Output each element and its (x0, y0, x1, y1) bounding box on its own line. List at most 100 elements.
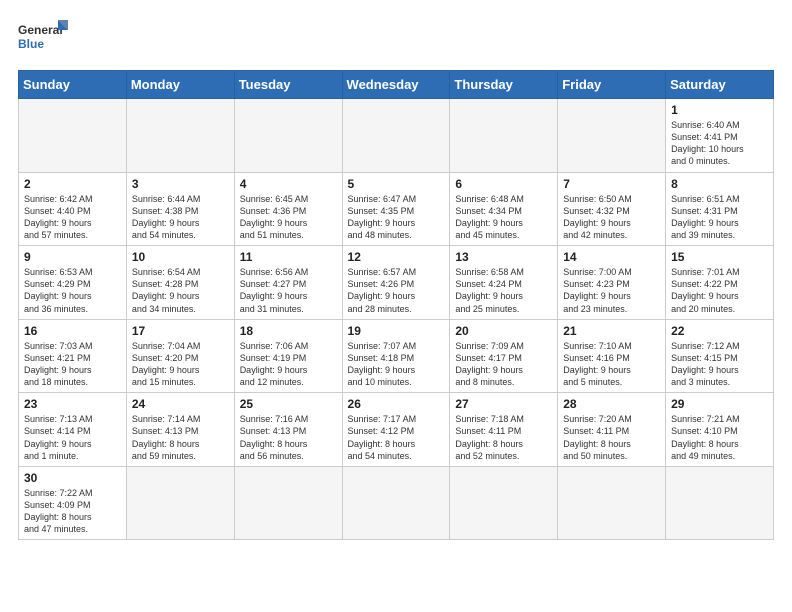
day-info: Sunrise: 6:50 AM Sunset: 4:32 PM Dayligh… (563, 193, 660, 242)
calendar-cell: 30 Sunrise: 7:22 AM Sunset: 4:09 PM Dayli… (19, 466, 127, 540)
weekday-header-thursday: Thursday (450, 71, 558, 99)
day-number: 20 (455, 324, 552, 338)
calendar-cell: 24Sunrise: 7:14 AM Sunset: 4:13 PM Dayli… (126, 393, 234, 467)
day-info: Sunrise: 7:00 AM Sunset: 4:23 PM Dayligh… (563, 266, 660, 315)
calendar-cell: 3Sunrise: 6:44 AM Sunset: 4:38 PM Daylig… (126, 172, 234, 246)
calendar-cell: 10Sunrise: 6:54 AM Sunset: 4:28 PM Dayli… (126, 246, 234, 320)
day-number: 25 (240, 397, 337, 411)
calendar-cell (234, 99, 342, 173)
calendar-cell: 13 Sunrise: 6:58 AM Sunset: 4:24 PM Dayli… (450, 246, 558, 320)
day-number: 6 (455, 177, 552, 191)
weekday-header-row: SundayMondayTuesdayWednesdayThursdayFrid… (19, 71, 774, 99)
day-info: Sunrise: 6:44 AM Sunset: 4:38 PM Dayligh… (132, 193, 229, 242)
day-number: 9 (24, 250, 121, 264)
calendar-cell: 4Sunrise: 6:45 AM Sunset: 4:36 PM Daylig… (234, 172, 342, 246)
calendar-cell: 6 Sunrise: 6:48 AM Sunset: 4:34 PM Daylig… (450, 172, 558, 246)
calendar-cell (234, 466, 342, 540)
calendar-week-row: 1 Sunrise: 6:40 AM Sunset: 4:41 PM Daylig… (19, 99, 774, 173)
calendar-cell: 7Sunrise: 6:50 AM Sunset: 4:32 PM Daylig… (558, 172, 666, 246)
day-info: Sunrise: 7:13 AM Sunset: 4:14 PM Dayligh… (24, 413, 121, 462)
day-number: 1 (671, 103, 768, 117)
calendar-cell: 29 Sunrise: 7:21 AM Sunset: 4:10 PM Dayli… (666, 393, 774, 467)
day-info: Sunrise: 6:51 AM Sunset: 4:31 PM Dayligh… (671, 193, 768, 242)
day-info: Sunrise: 7:07 AM Sunset: 4:18 PM Dayligh… (348, 340, 445, 389)
day-info: Sunrise: 6:56 AM Sunset: 4:27 PM Dayligh… (240, 266, 337, 315)
calendar-cell (450, 99, 558, 173)
calendar-cell: 14 Sunrise: 7:00 AM Sunset: 4:23 PM Dayli… (558, 246, 666, 320)
calendar-cell: 26 Sunrise: 7:17 AM Sunset: 4:12 PM Dayli… (342, 393, 450, 467)
day-number: 13 (455, 250, 552, 264)
day-number: 29 (671, 397, 768, 411)
calendar-week-row: 23 Sunrise: 7:13 AM Sunset: 4:14 PM Dayli… (19, 393, 774, 467)
calendar-table: SundayMondayTuesdayWednesdayThursdayFrid… (18, 70, 774, 540)
day-info: Sunrise: 7:06 AM Sunset: 4:19 PM Dayligh… (240, 340, 337, 389)
day-info: Sunrise: 6:54 AM Sunset: 4:28 PM Dayligh… (132, 266, 229, 315)
calendar-cell (342, 466, 450, 540)
calendar-cell (666, 466, 774, 540)
calendar-cell: 1 Sunrise: 6:40 AM Sunset: 4:41 PM Daylig… (666, 99, 774, 173)
day-number: 23 (24, 397, 121, 411)
calendar-cell: 12 Sunrise: 6:57 AM Sunset: 4:26 PM Dayli… (342, 246, 450, 320)
day-info: Sunrise: 7:01 AM Sunset: 4:22 PM Dayligh… (671, 266, 768, 315)
day-info: Sunrise: 7:20 AM Sunset: 4:11 PM Dayligh… (563, 413, 660, 462)
day-number: 12 (348, 250, 445, 264)
calendar-cell: 22Sunrise: 7:12 AM Sunset: 4:15 PM Dayli… (666, 319, 774, 393)
day-info: Sunrise: 6:48 AM Sunset: 4:34 PM Dayligh… (455, 193, 552, 242)
calendar-cell: 15Sunrise: 7:01 AM Sunset: 4:22 PM Dayli… (666, 246, 774, 320)
weekday-header-friday: Friday (558, 71, 666, 99)
day-info: Sunrise: 7:04 AM Sunset: 4:20 PM Dayligh… (132, 340, 229, 389)
day-number: 8 (671, 177, 768, 191)
day-info: Sunrise: 6:47 AM Sunset: 4:35 PM Dayligh… (348, 193, 445, 242)
day-number: 11 (240, 250, 337, 264)
day-number: 28 (563, 397, 660, 411)
day-number: 5 (348, 177, 445, 191)
day-number: 27 (455, 397, 552, 411)
day-info: Sunrise: 7:03 AM Sunset: 4:21 PM Dayligh… (24, 340, 121, 389)
calendar-cell: 2 Sunrise: 6:42 AM Sunset: 4:40 PM Daylig… (19, 172, 127, 246)
calendar-cell: 27Sunrise: 7:18 AM Sunset: 4:11 PM Dayli… (450, 393, 558, 467)
day-info: Sunrise: 7:17 AM Sunset: 4:12 PM Dayligh… (348, 413, 445, 462)
day-info: Sunrise: 7:22 AM Sunset: 4:09 PM Dayligh… (24, 487, 121, 536)
day-info: Sunrise: 7:10 AM Sunset: 4:16 PM Dayligh… (563, 340, 660, 389)
calendar-cell: 8 Sunrise: 6:51 AM Sunset: 4:31 PM Daylig… (666, 172, 774, 246)
day-info: Sunrise: 7:21 AM Sunset: 4:10 PM Dayligh… (671, 413, 768, 462)
day-info: Sunrise: 7:12 AM Sunset: 4:15 PM Dayligh… (671, 340, 768, 389)
calendar-cell: 16Sunrise: 7:03 AM Sunset: 4:21 PM Dayli… (19, 319, 127, 393)
calendar-cell: 19Sunrise: 7:07 AM Sunset: 4:18 PM Dayli… (342, 319, 450, 393)
header: General Blue (18, 18, 774, 60)
svg-text:Blue: Blue (18, 37, 44, 51)
day-number: 30 (24, 471, 121, 485)
weekday-header-saturday: Saturday (666, 71, 774, 99)
page: General Blue SundayMondayTuesdayWednesda… (0, 0, 792, 612)
day-number: 21 (563, 324, 660, 338)
calendar-week-row: 9Sunrise: 6:53 AM Sunset: 4:29 PM Daylig… (19, 246, 774, 320)
day-info: Sunrise: 6:57 AM Sunset: 4:26 PM Dayligh… (348, 266, 445, 315)
calendar-cell: 21 Sunrise: 7:10 AM Sunset: 4:16 PM Dayli… (558, 319, 666, 393)
weekday-header-wednesday: Wednesday (342, 71, 450, 99)
day-info: Sunrise: 7:09 AM Sunset: 4:17 PM Dayligh… (455, 340, 552, 389)
logo: General Blue (18, 18, 68, 60)
calendar-week-row: 16Sunrise: 7:03 AM Sunset: 4:21 PM Dayli… (19, 319, 774, 393)
calendar-cell: 28 Sunrise: 7:20 AM Sunset: 4:11 PM Dayli… (558, 393, 666, 467)
day-number: 14 (563, 250, 660, 264)
day-number: 26 (348, 397, 445, 411)
day-number: 2 (24, 177, 121, 191)
day-number: 18 (240, 324, 337, 338)
svg-text:General: General (18, 23, 63, 37)
calendar-cell (126, 99, 234, 173)
weekday-header-sunday: Sunday (19, 71, 127, 99)
calendar-cell: 17 Sunrise: 7:04 AM Sunset: 4:20 PM Dayli… (126, 319, 234, 393)
calendar-cell: 9Sunrise: 6:53 AM Sunset: 4:29 PM Daylig… (19, 246, 127, 320)
calendar-cell (126, 466, 234, 540)
calendar-cell (342, 99, 450, 173)
calendar-cell (19, 99, 127, 173)
day-info: Sunrise: 6:45 AM Sunset: 4:36 PM Dayligh… (240, 193, 337, 242)
day-number: 17 (132, 324, 229, 338)
day-info: Sunrise: 6:40 AM Sunset: 4:41 PM Dayligh… (671, 119, 768, 168)
calendar-cell (558, 99, 666, 173)
day-info: Sunrise: 7:14 AM Sunset: 4:13 PM Dayligh… (132, 413, 229, 462)
calendar-cell: 20 Sunrise: 7:09 AM Sunset: 4:17 PM Dayli… (450, 319, 558, 393)
weekday-header-monday: Monday (126, 71, 234, 99)
day-info: Sunrise: 6:42 AM Sunset: 4:40 PM Dayligh… (24, 193, 121, 242)
day-info: Sunrise: 6:58 AM Sunset: 4:24 PM Dayligh… (455, 266, 552, 315)
